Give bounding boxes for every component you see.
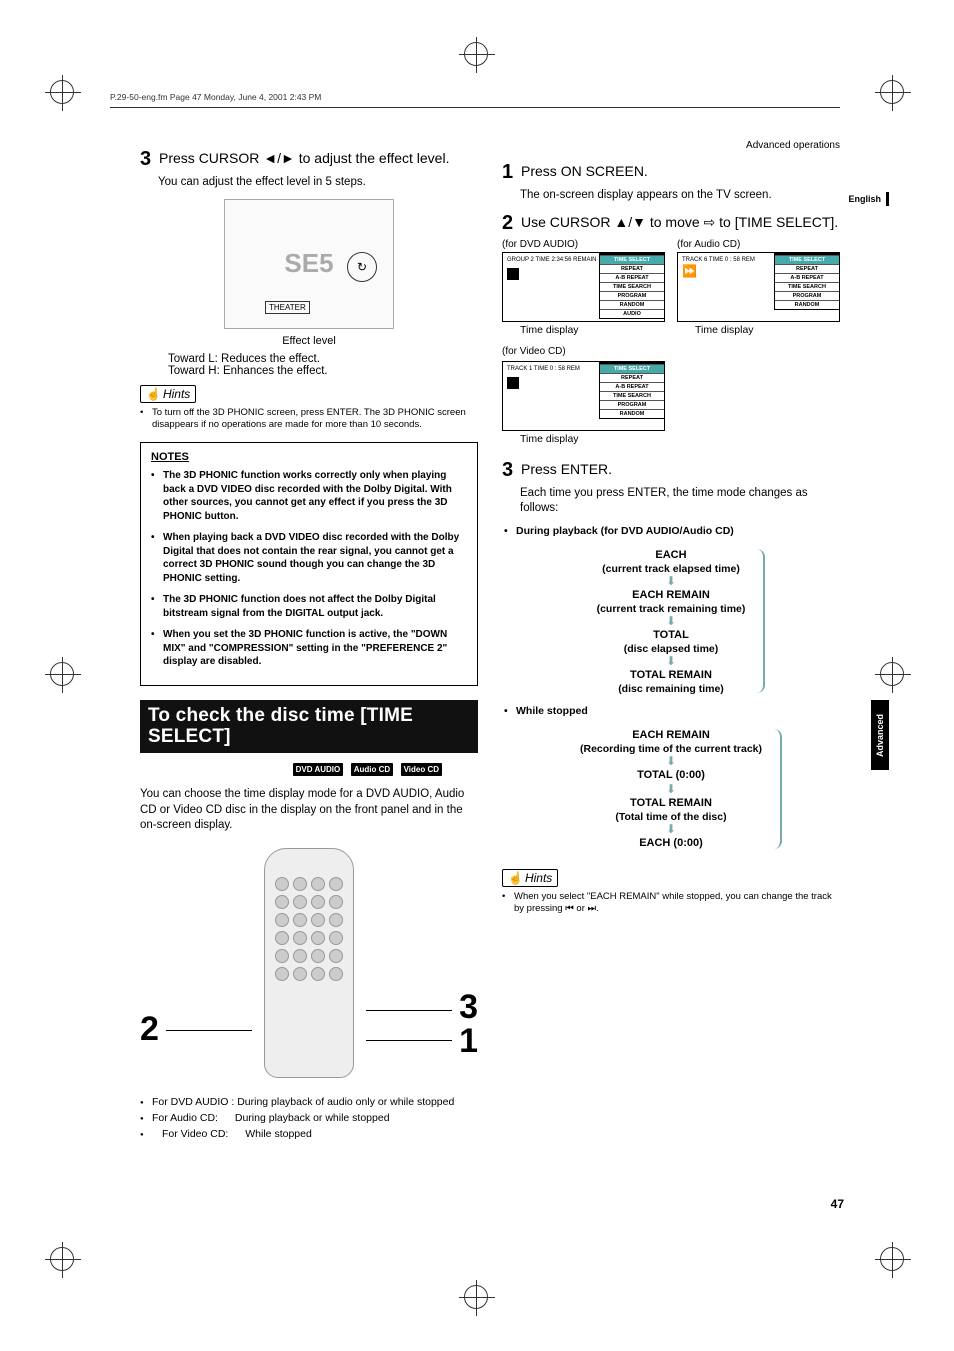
step-num-3: 3 <box>140 148 151 170</box>
down-arrow-icon: ⬇ <box>597 615 746 627</box>
remote-illustration: 2 3 1 <box>140 842 478 1092</box>
note-2: When playing back a DVD VIDEO disc recor… <box>151 531 467 585</box>
osd-menu-vcd: VCD CONTROL TIME SELECT REPEAT A-B REPEA… <box>599 361 665 419</box>
notes-title: NOTES <box>151 451 467 463</box>
step-1-title: 1 Press ON SCREEN. <box>502 161 840 184</box>
stop-icon <box>507 377 519 389</box>
page-number: 47 <box>831 1197 844 1211</box>
hint-item: To turn off the 3D PHONIC screen, press … <box>140 407 478 433</box>
side-section-tab: Advanced operations <box>871 700 889 770</box>
time-display-label: Time display <box>695 324 840 336</box>
step-3r-title: 3 Press ENTER. <box>502 459 840 482</box>
stop-icon <box>507 268 519 280</box>
crop-mark <box>50 80 74 104</box>
down-arrow-icon: ⬇ <box>597 575 746 587</box>
right-column: Advanced operations 1 Press ON SCREEN. T… <box>502 140 840 1140</box>
section-intro: You can choose the time display mode for… <box>140 787 478 834</box>
step-3r-text: Press ENTER. <box>521 461 612 477</box>
osd-dvd-audio: GROUP 2 TIME 2:34:56 REMAIN DVD CONTROL … <box>502 252 665 322</box>
note-3: The 3D PHONIC function does not affect t… <box>151 593 467 620</box>
osd-label-cd: (for Audio CD) <box>677 239 840 250</box>
phonic-label: SE5 <box>284 248 333 279</box>
osd-label-dvd: (for DVD AUDIO) <box>502 239 665 250</box>
side-language-tab: English <box>848 192 889 206</box>
callout-1: 1 <box>459 1024 478 1058</box>
step-1-sub: The on-screen display appears on the TV … <box>520 188 840 204</box>
badge-dvd-audio: DVD AUDIO <box>293 763 344 776</box>
phonic-theater: THEATER <box>265 301 310 314</box>
cycle-playback: EACH (current track elapsed time) ⬇ EACH… <box>502 543 840 699</box>
callout-31: 3 1 <box>459 990 478 1058</box>
left-column: 3 Press CURSOR ◄/► to adjust the effect … <box>140 140 478 1140</box>
disc-badges: DVD AUDIO Audio CD Video CD <box>140 759 442 777</box>
osd-label-vcd: (for Video CD) <box>502 346 840 357</box>
callout-2: 2 <box>140 1010 159 1049</box>
down-arrow-icon: ⬇ <box>580 823 762 835</box>
down-arrow-icon: ⬇ <box>580 783 762 795</box>
note-1: The 3D PHONIC function works correctly o… <box>151 469 467 523</box>
crop-mark <box>880 1247 904 1271</box>
toward-l: Toward L: Reduces the effect. <box>168 353 478 365</box>
step-num-2: 2 <box>502 212 513 234</box>
step-num-3r: 3 <box>502 459 513 481</box>
while-stopped: While stopped <box>502 705 840 717</box>
step-1-text: Press ON SCREEN. <box>521 163 648 179</box>
during-playback: During playback (for DVD AUDIO/Audio CD) <box>502 525 840 537</box>
doc-header: P.29-50-eng.fm Page 47 Monday, June 4, 2… <box>110 92 840 108</box>
crop-mark <box>464 1285 488 1309</box>
down-arrow-icon: ⬇ <box>580 755 762 767</box>
effect-level-caption: Effect level <box>140 335 478 347</box>
section-title: To check the disc time [TIME SELECT] <box>140 700 478 754</box>
osd-audio-cd: TRACK 6 TIME 0 : 58 REM ⏩ CD CONTROL TIM… <box>677 252 840 322</box>
down-arrow-icon: ⬇ <box>597 655 746 667</box>
crop-mark <box>880 80 904 104</box>
step-3-sub: You can adjust the effect level in 5 ste… <box>158 175 478 191</box>
badge-audio-cd: Audio CD <box>351 763 393 776</box>
step-num-1: 1 <box>502 161 513 183</box>
for-dvd-audio: For DVD AUDIO : During playback of audio… <box>140 1096 478 1108</box>
crop-mark <box>880 662 904 686</box>
cycle-stopped: EACH REMAIN (Recording time of the curre… <box>502 723 840 855</box>
breadcrumb: Advanced operations <box>502 140 840 151</box>
callout-3: 3 <box>459 990 478 1024</box>
phonic-illustration: SE5 THEATER ↻ Effect level <box>140 199 478 347</box>
osd-video-cd: TRACK 1 TIME 0 : 58 REM VCD CONTROL TIME… <box>502 361 665 431</box>
for-audio-cd: For Audio CD: During playback or while s… <box>140 1112 478 1124</box>
step-3-title: 3 Press CURSOR ◄/► to adjust the effect … <box>140 148 478 171</box>
hint-item-r: When you select "EACH REMAIN" while stop… <box>502 891 840 917</box>
for-video-cd: For Video CD: While stopped <box>140 1128 478 1140</box>
badge-video-cd: Video CD <box>401 763 442 776</box>
hints-label-r: Hints <box>502 869 558 887</box>
step-3r-sub: Each time you press ENTER, the time mode… <box>520 486 840 517</box>
time-display-label: Time display <box>520 324 665 336</box>
crop-mark <box>464 42 488 66</box>
osd-menu-dvd: DVD CONTROL TIME SELECT REPEAT A-B REPEA… <box>599 252 665 319</box>
step-2-title: 2 Use CURSOR ▲/▼ to move ⇨ to [TIME SELE… <box>502 212 840 235</box>
note-4: When you set the 3D PHONIC function is a… <box>151 628 467 669</box>
crop-mark <box>50 1247 74 1271</box>
toward-h: Toward H: Enhances the effect. <box>168 365 478 377</box>
osd-menu-cd: CD CONTROL TIME SELECT REPEAT A-B REPEAT… <box>774 252 840 310</box>
time-display-label: Time display <box>520 433 665 445</box>
step-2-text: Use CURSOR ▲/▼ to move ⇨ to [TIME SELECT… <box>521 214 838 230</box>
hints-label: Hints <box>140 385 196 403</box>
remote-body <box>264 848 354 1078</box>
notes-box: NOTES The 3D PHONIC function works corre… <box>140 442 478 686</box>
step-3-text: Press CURSOR ◄/► to adjust the effect le… <box>159 150 449 166</box>
crop-mark <box>50 662 74 686</box>
effect-dial-icon: ↻ <box>347 252 377 282</box>
